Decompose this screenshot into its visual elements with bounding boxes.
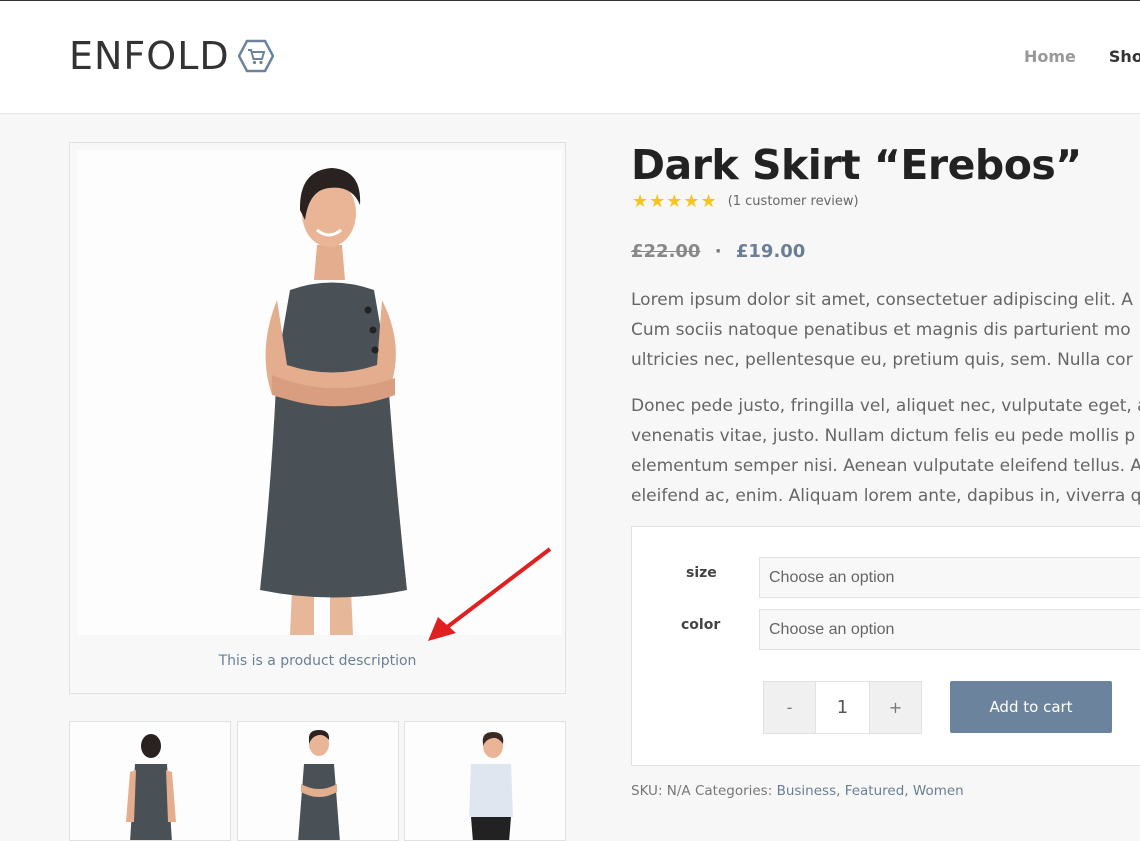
description-line: Lorem ipsum dolor sit amet, consectetuer… xyxy=(631,290,1133,310)
product-thumbnail[interactable] xyxy=(237,721,399,841)
description-line: elementum semper nisi. Aenean vulputate … xyxy=(631,456,1140,476)
color-select[interactable]: Choose an option xyxy=(759,609,1140,650)
nav-home[interactable]: Home xyxy=(1024,47,1076,66)
product-thumbnail[interactable] xyxy=(404,721,566,841)
separator: , xyxy=(836,783,841,799)
size-label: size xyxy=(686,565,717,581)
nav-shop[interactable]: Shop xyxy=(1109,47,1140,66)
old-price: £22.00 xyxy=(631,241,701,262)
price-separator: · xyxy=(714,241,722,262)
product-description-paragraph: Donec pede justo, fringilla vel, aliquet… xyxy=(631,391,1140,511)
description-line: eleifend ac, enim. Aliquam lorem ante, d… xyxy=(631,486,1140,506)
thumbnail-blouse-view xyxy=(469,732,513,840)
cart-hexagon-icon xyxy=(237,39,274,73)
quantity-plus-button[interactable]: + xyxy=(869,681,922,734)
product-thumbnail[interactable] xyxy=(69,721,231,841)
quantity-stepper: - 1 + xyxy=(763,681,922,734)
product-description-paragraph: Lorem ipsum dolor sit amet, consectetuer… xyxy=(631,285,1140,375)
sku-text: SKU: N/A Categories: xyxy=(631,783,773,799)
description-line: Cum sociis natoque penatibus et magnis d… xyxy=(631,320,1131,340)
site-header: ENFOLD Home Shop xyxy=(0,1,1140,114)
logo-text: ENFOLD xyxy=(69,34,230,78)
category-link[interactable]: Featured xyxy=(845,783,905,799)
add-to-cart-button[interactable]: Add to cart xyxy=(950,681,1112,733)
main-nav: Home Shop xyxy=(1024,47,1140,66)
review-link[interactable]: (1 customer review) xyxy=(728,194,859,209)
separator: , xyxy=(904,783,909,799)
category-link[interactable]: Women xyxy=(913,783,964,799)
color-label: color xyxy=(681,617,721,633)
quantity-minus-button[interactable]: - xyxy=(763,681,816,734)
rating: ★★★★★ (1 customer review) xyxy=(632,191,859,212)
category-link[interactable]: Business xyxy=(777,783,837,799)
product-meta: SKU: N/A Categories: Business, Featured,… xyxy=(631,783,964,799)
product-image-caption: This is a product description xyxy=(218,653,417,669)
description-line: Donec pede justo, fringilla vel, aliquet… xyxy=(631,396,1140,416)
size-select[interactable]: Choose an option xyxy=(759,557,1140,598)
logo[interactable]: ENFOLD xyxy=(69,34,274,78)
quantity-input[interactable]: 1 xyxy=(816,681,869,734)
thumbnail-back-view xyxy=(126,734,176,840)
add-to-cart-form: size Choose an option color Choose an op… xyxy=(631,526,1140,766)
thumbnail-front-view xyxy=(298,730,340,840)
red-arrow-annotation xyxy=(428,547,552,641)
price: £22.00 · £19.00 xyxy=(631,241,805,262)
star-rating-icon: ★★★★★ xyxy=(632,191,718,212)
description-line: ultricies nec, pellentesque eu, pretium … xyxy=(631,350,1133,370)
product-title: Dark Skirt “Erebos” xyxy=(631,141,1082,189)
description-line: venenatis vitae, justo. Nullam dictum fe… xyxy=(631,426,1136,446)
sale-price: £19.00 xyxy=(735,241,806,262)
